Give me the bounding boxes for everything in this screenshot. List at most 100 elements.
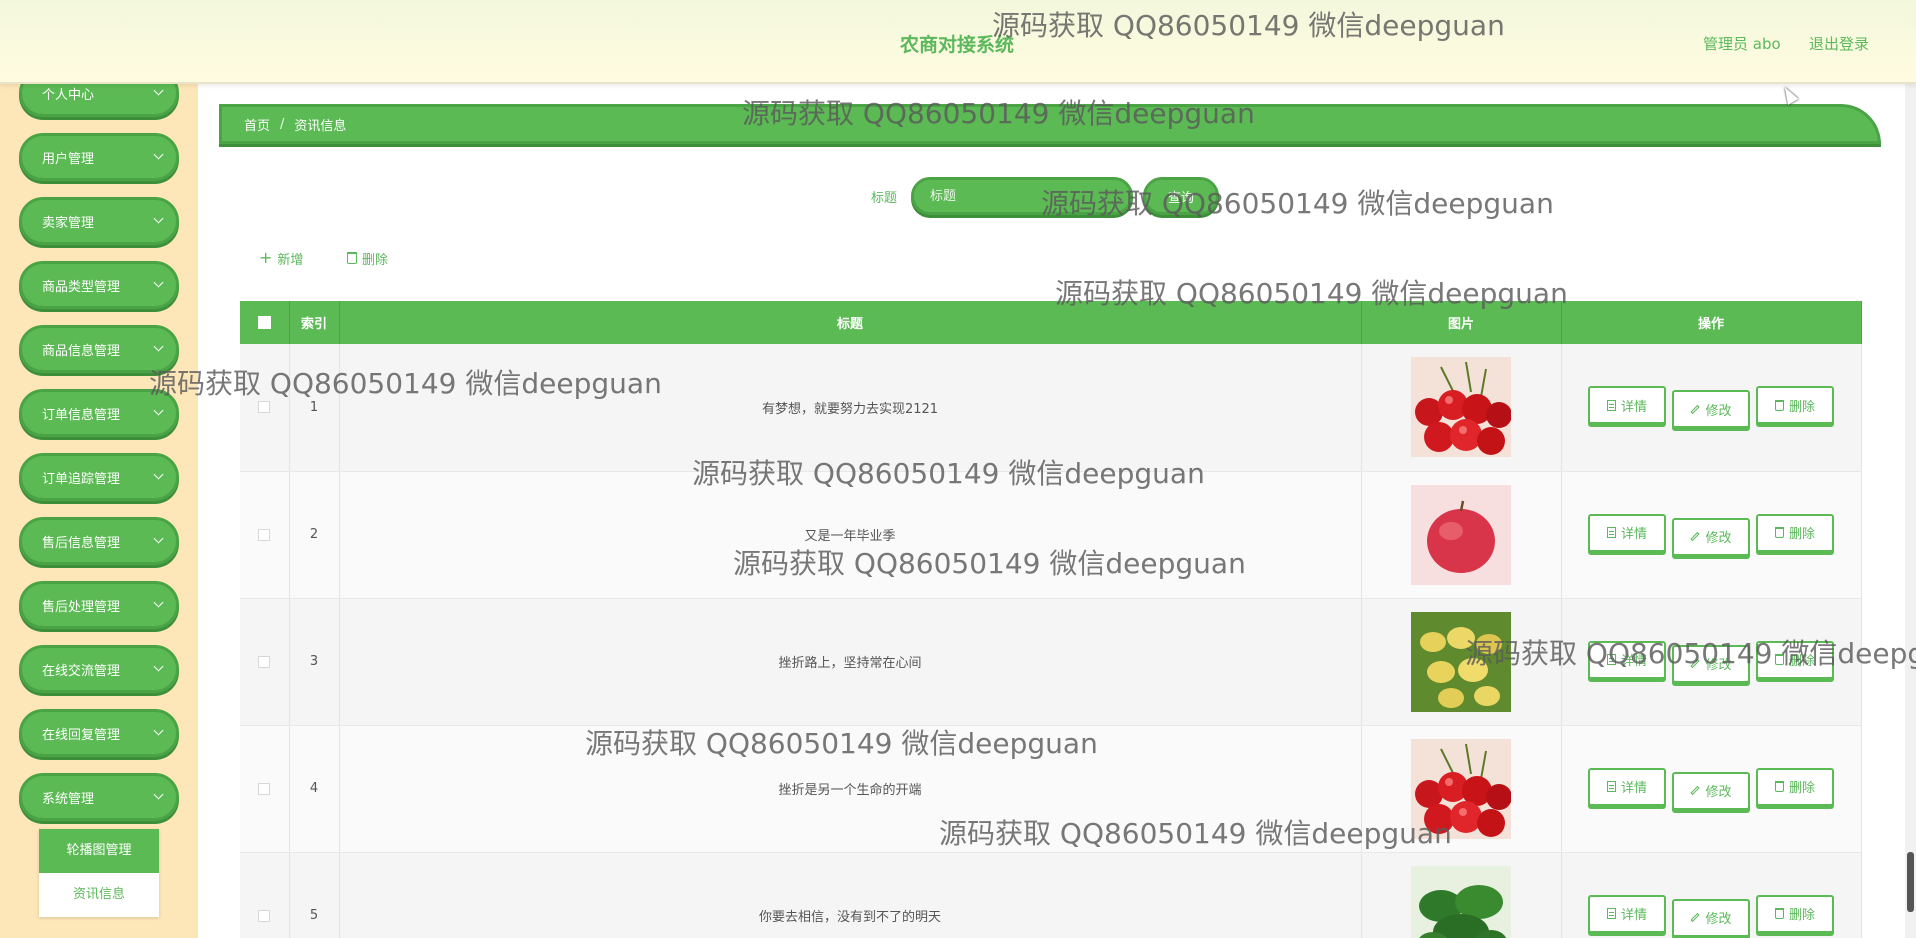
row-checkbox[interactable] [258,401,271,414]
top-header: 农商对接系统 管理员 abo 退出登录 [0,0,1916,84]
submenu-item-carousel[interactable]: 轮播图管理 [39,829,159,873]
table-row: 4 挫折是另一个生命的开端 详情 修改 删除 [240,725,1862,853]
document-icon [1606,781,1616,792]
table-row: 5 你要去相信，没有到不了的明天 详情 修改 删除 [240,852,1862,938]
chevron-down-icon [153,533,164,544]
chevron-down-icon [153,277,164,288]
sidebar-item-after-sales-info-management[interactable]: 售后信息管理 [19,517,179,565]
row-index: 1 [289,344,340,472]
row-select-cell [240,852,290,938]
detail-button[interactable]: 详情 [1588,386,1666,425]
detail-button[interactable]: 详情 [1588,767,1666,806]
detail-button[interactable]: 详情 [1588,513,1666,552]
column-header-operations: 操作 [1561,301,1862,344]
delete-label: 删除 [1788,781,1815,796]
sidebar-item-personal-center[interactable]: 个人中心 [19,84,179,117]
batch-delete-label: 删除 [362,252,389,268]
delete-button[interactable]: 删除 [1756,894,1834,933]
sidebar-item-online-chat-management[interactable]: 在线交流管理 [19,645,179,693]
row-operations: 详情 修改 删除 [1561,598,1862,726]
edit-button[interactable]: 修改 [1672,644,1750,683]
pencil-icon [1690,912,1701,923]
edit-button[interactable]: 修改 [1672,517,1750,556]
delete-button[interactable]: 删除 [1756,640,1834,679]
breadcrumb: 首页 / 资讯信息 [219,104,1881,144]
search-button[interactable]: 查询 [1143,177,1219,215]
sidebar-item-online-reply-management[interactable]: 在线回复管理 [19,709,179,757]
chevron-down-icon [153,85,164,96]
document-icon [1606,654,1616,665]
add-button-label: 新增 [277,252,304,268]
batch-delete-button[interactable]: 删除 [347,248,388,268]
cherries-thumbnail [1411,738,1511,839]
trash-icon [1774,654,1784,665]
sidebar-item-product-type-management[interactable]: 商品类型管理 [19,261,179,309]
edit-button[interactable]: 修改 [1672,390,1750,429]
submenu-item-news[interactable]: 资讯信息 [39,873,159,917]
sidebar-item-product-info-management[interactable]: 商品信息管理 [19,325,179,373]
delete-label: 删除 [1788,527,1815,542]
select-all-checkbox[interactable] [257,316,271,329]
edit-label: 修改 [1705,658,1732,673]
row-index: 2 [289,471,340,599]
page-scrollbar[interactable] [1905,84,1916,938]
row-image-cell [1361,598,1562,726]
edit-button[interactable]: 修改 [1672,898,1750,937]
edit-label: 修改 [1705,785,1732,800]
edit-button[interactable]: 修改 [1672,771,1750,810]
edit-label: 修改 [1705,403,1732,419]
row-title: 你要去相信，没有到不了的明天 [339,852,1362,938]
row-checkbox[interactable] [258,909,271,922]
row-operations: 详情 修改 删除 [1561,725,1862,853]
logout-link[interactable]: 退出登录 [1809,33,1869,54]
trash-icon [1774,781,1784,792]
sidebar-item-label: 在线交流管理 [42,663,121,679]
sidebar-item-order-tracking-management[interactable]: 订单追踪管理 [19,453,179,501]
app-title: 农商对接系统 [900,34,1015,56]
delete-button[interactable]: 删除 [1756,767,1834,806]
chevron-down-icon [153,597,164,608]
edit-label: 修改 [1705,531,1732,546]
chevron-down-icon [153,725,164,736]
apple-thumbnail [1411,484,1511,585]
row-image-cell [1361,471,1562,599]
row-operations: 详情 修改 删除 [1561,852,1862,938]
column-header-index: 索引 [289,301,340,344]
breadcrumb-home[interactable]: 首页 [244,115,270,134]
sidebar-item-system-management[interactable]: 系统管理 [19,773,179,821]
sidebar-item-user-management[interactable]: 用户管理 [19,133,179,181]
sidebar-item-after-sales-handling-management[interactable]: 售后处理管理 [19,581,179,629]
detail-button[interactable]: 详情 [1588,894,1666,933]
sidebar-item-seller-management[interactable]: 卖家管理 [19,197,179,245]
header-select-all [240,301,290,344]
pencil-icon [1690,404,1701,414]
delete-label: 删除 [1788,399,1815,415]
search-label: 标题 [871,191,898,206]
row-title: 挫折是另一个生命的开端 [339,725,1362,853]
sidebar-item-order-info-management[interactable]: 订单信息管理 [19,389,179,437]
search-input[interactable] [911,177,1133,215]
row-select-cell [240,725,290,853]
table-row: 2 又是一年毕业季 详情 修改 删除 [240,471,1862,599]
row-select-cell [240,598,290,726]
add-button[interactable]: + 新增 [259,248,303,268]
delete-button[interactable]: 删除 [1756,513,1834,552]
news-table: 索引 标题 图片 操作 1 有梦想，就要努力去实现2121 详情 修改 删除 2… [240,301,1862,938]
system-submenu: 轮播图管理 资讯信息 [39,829,159,917]
scrollbar-thumb[interactable] [1907,852,1914,912]
table-row: 3 挫折路上，坚持常在心间 详情 修改 删除 [240,598,1862,726]
chevron-down-icon [153,341,164,352]
delete-button[interactable]: 删除 [1756,386,1834,425]
sidebar-item-label: 订单信息管理 [42,407,121,423]
row-operations: 详情 修改 删除 [1561,344,1862,472]
sidebar-item-label: 卖家管理 [42,215,95,231]
row-checkbox[interactable] [258,528,271,541]
row-checkbox[interactable] [258,655,271,668]
chevron-down-icon [153,405,164,416]
pencil-icon [1690,658,1701,669]
row-select-cell [240,344,290,472]
detail-button[interactable]: 详情 [1588,640,1666,679]
row-checkbox[interactable] [258,782,271,795]
row-title: 有梦想，就要努力去实现2121 [339,344,1362,472]
row-image-cell [1361,344,1562,472]
